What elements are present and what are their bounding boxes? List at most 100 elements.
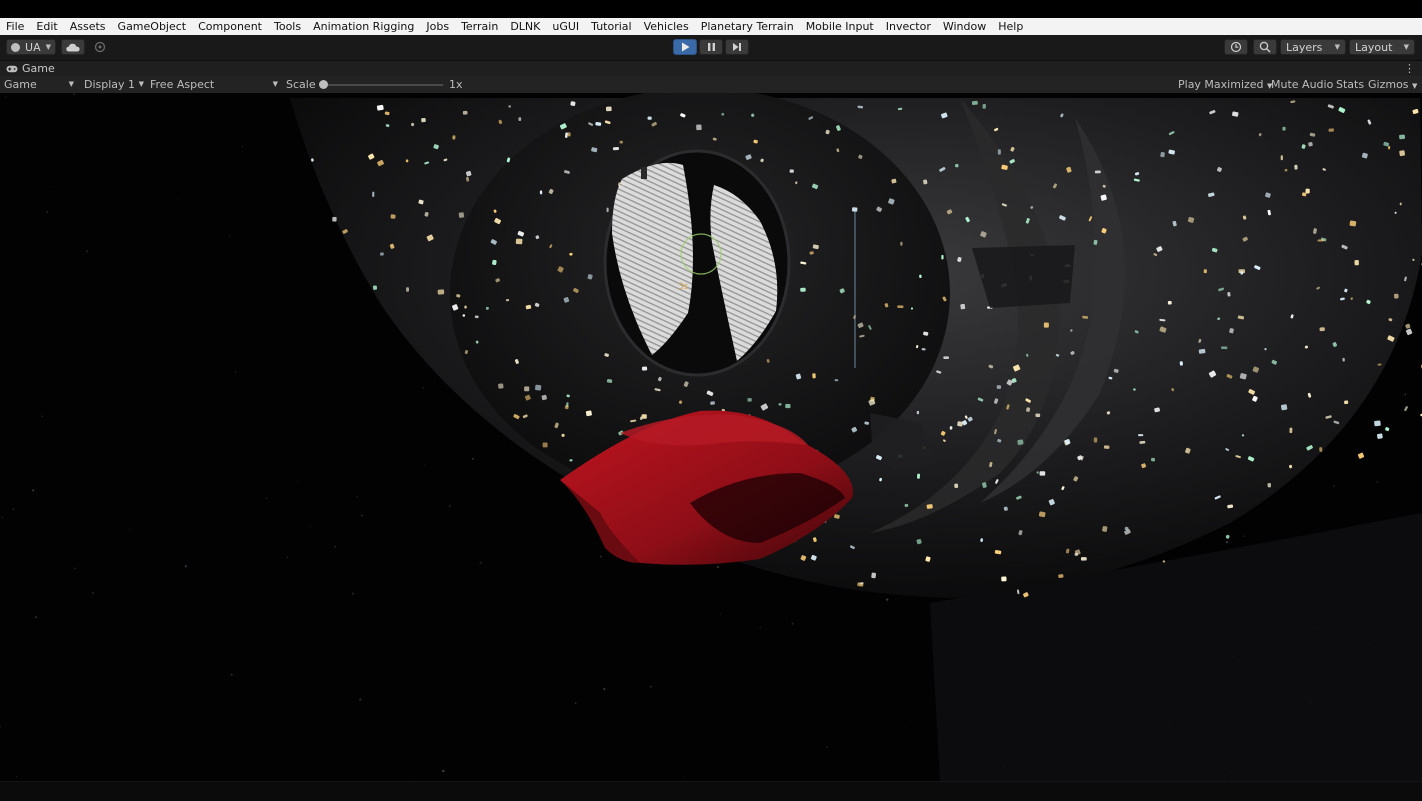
window-light bbox=[406, 287, 409, 292]
menu-item-gameobject[interactable]: GameObject bbox=[112, 18, 193, 35]
window-light bbox=[1377, 433, 1383, 439]
window-light bbox=[1150, 457, 1156, 462]
scale-slider-track[interactable] bbox=[321, 84, 443, 86]
menu-item-ugui[interactable]: uGUI bbox=[546, 18, 585, 35]
space-scene: 3s bbox=[0, 93, 1422, 781]
aspect-dropdown[interactable]: Free Aspect ▼ bbox=[150, 76, 278, 93]
background-star bbox=[287, 556, 289, 558]
window-light bbox=[871, 572, 877, 579]
window-light bbox=[1342, 357, 1345, 362]
menu-item-vehicles[interactable]: Vehicles bbox=[638, 18, 695, 35]
menu-item-file[interactable]: File bbox=[0, 18, 30, 35]
window-light bbox=[1319, 447, 1323, 452]
step-button[interactable] bbox=[725, 39, 749, 55]
game-tab-header: Game ⋮ bbox=[0, 61, 1422, 76]
scale-value: 1x bbox=[449, 78, 463, 91]
window-light bbox=[570, 101, 576, 106]
menu-item-tools[interactable]: Tools bbox=[268, 18, 307, 35]
window-light bbox=[585, 410, 592, 417]
menu-item-help[interactable]: Help bbox=[992, 18, 1029, 35]
tab-options-icon[interactable]: ⋮ bbox=[1404, 61, 1415, 76]
mute-audio-toggle[interactable]: Mute Audio bbox=[1271, 76, 1333, 93]
account-dropdown[interactable]: UA ▼ bbox=[6, 39, 56, 55]
window-light bbox=[1039, 471, 1046, 476]
menu-item-invector[interactable]: Invector bbox=[880, 18, 937, 35]
display-dropdown[interactable]: Display 1 ▼ bbox=[84, 76, 144, 93]
window-light bbox=[710, 401, 715, 405]
window-light bbox=[518, 117, 522, 122]
window-light bbox=[641, 366, 648, 371]
play-maximized-dropdown[interactable]: Play Maximized ▼ bbox=[1178, 76, 1272, 93]
aspect-label: Free Aspect bbox=[150, 78, 215, 91]
background-star bbox=[472, 457, 474, 460]
window-light bbox=[421, 117, 426, 123]
history-button[interactable] bbox=[1224, 39, 1248, 55]
window-light bbox=[1294, 164, 1298, 170]
window-light bbox=[485, 306, 489, 310]
stats-toggle[interactable]: Stats bbox=[1336, 76, 1364, 93]
menu-item-edit[interactable]: Edit bbox=[30, 18, 63, 35]
layout-dropdown[interactable]: Layout ▼ bbox=[1349, 39, 1415, 55]
window-light bbox=[971, 100, 978, 106]
play-maximized-label: Play Maximized bbox=[1178, 78, 1264, 91]
tab-game[interactable]: Game bbox=[6, 61, 55, 76]
window-light bbox=[1319, 327, 1325, 332]
window-light bbox=[535, 384, 542, 391]
game-viewport[interactable]: 3s bbox=[0, 93, 1422, 781]
layers-dropdown[interactable]: Layers ▼ bbox=[1280, 39, 1346, 55]
cloud-button[interactable] bbox=[61, 39, 85, 55]
menu-item-mobile-input[interactable]: Mobile Input bbox=[800, 18, 880, 35]
scale-slider-thumb[interactable] bbox=[319, 80, 328, 89]
window-light bbox=[997, 149, 1001, 155]
background-star bbox=[230, 673, 233, 676]
window-light bbox=[1399, 150, 1406, 157]
background-star bbox=[334, 546, 336, 548]
pause-icon bbox=[707, 43, 715, 51]
menu-item-animation-rigging[interactable]: Animation Rigging bbox=[307, 18, 420, 35]
window-light bbox=[1043, 322, 1049, 328]
gizmos-label: Gizmos bbox=[1368, 78, 1409, 91]
window-light bbox=[1103, 445, 1110, 449]
menu-item-planetary-terrain[interactable]: Planetary Terrain bbox=[695, 18, 800, 35]
background-star bbox=[1376, 480, 1379, 483]
window-light bbox=[515, 238, 523, 245]
station-truss bbox=[972, 245, 1075, 308]
window-light bbox=[567, 132, 571, 137]
background-star bbox=[603, 687, 606, 691]
window-light bbox=[789, 169, 794, 173]
background-star bbox=[719, 613, 722, 615]
background-star bbox=[412, 776, 414, 778]
play-button[interactable] bbox=[673, 39, 697, 55]
window-light bbox=[954, 483, 959, 489]
background-star bbox=[178, 199, 180, 200]
window-light bbox=[996, 385, 1002, 389]
account-label: UA bbox=[25, 40, 41, 54]
window-light bbox=[1227, 291, 1231, 297]
status-bar bbox=[0, 781, 1422, 801]
game-view-toolbar: Game ▼ Display 1 ▼ Free Aspect ▼ Scale 1… bbox=[0, 76, 1422, 93]
menu-item-dlnk[interactable]: DLNK bbox=[504, 18, 546, 35]
window-light bbox=[917, 473, 921, 479]
menu-item-terrain[interactable]: Terrain bbox=[455, 18, 504, 35]
menu-item-tutorial[interactable]: Tutorial bbox=[585, 18, 637, 35]
window-light bbox=[569, 252, 573, 256]
window-light bbox=[612, 147, 619, 151]
view-mode-dropdown[interactable]: Game ▼ bbox=[4, 76, 74, 93]
hud-timer: 3s bbox=[678, 282, 689, 292]
background-star bbox=[32, 489, 35, 492]
window-light bbox=[1399, 134, 1406, 140]
window-light bbox=[904, 503, 909, 507]
pause-button[interactable] bbox=[699, 39, 723, 55]
window-light bbox=[1138, 434, 1144, 437]
menu-item-assets[interactable]: Assets bbox=[64, 18, 112, 35]
search-button[interactable] bbox=[1253, 39, 1277, 55]
menu-item-jobs[interactable]: Jobs bbox=[420, 18, 455, 35]
window-light bbox=[605, 106, 612, 112]
window-light bbox=[647, 116, 652, 120]
menu-item-component[interactable]: Component bbox=[192, 18, 268, 35]
window-light bbox=[1349, 220, 1357, 227]
menu-item-window[interactable]: Window bbox=[937, 18, 992, 35]
gizmos-dropdown[interactable]: Gizmos ▼ bbox=[1368, 76, 1417, 93]
collab-button[interactable] bbox=[90, 39, 110, 55]
window-light bbox=[619, 140, 623, 144]
